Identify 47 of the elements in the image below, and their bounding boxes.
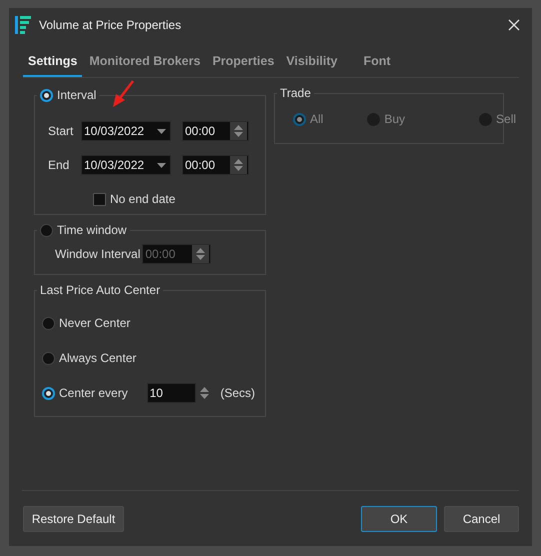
time-field[interactable]: 00:00 xyxy=(182,155,249,175)
tab[interactable]: Monitored Brokers xyxy=(84,52,206,77)
close-button[interactable] xyxy=(506,17,522,33)
field-label: End xyxy=(47,157,70,174)
group-title: Last Price Auto Center xyxy=(40,283,160,297)
time-value: 00:00 xyxy=(185,157,216,174)
radio-label: Buy xyxy=(384,111,406,128)
window-title: Volume at Price Properties xyxy=(39,17,182,34)
spin-buttons[interactable] xyxy=(230,156,247,174)
tab[interactable]: Font xyxy=(358,52,396,77)
date-value: 10/03/2022 xyxy=(84,157,144,174)
date-field[interactable]: 10/03/2022 xyxy=(81,121,171,141)
time-value: 00:00 xyxy=(145,246,176,262)
dropdown-caret-icon[interactable] xyxy=(157,129,166,134)
radio-button[interactable] xyxy=(40,88,53,102)
annotation-arrow xyxy=(113,80,135,108)
dropdown-caret-icon[interactable] xyxy=(157,163,166,168)
radio-label: Never Center xyxy=(59,315,130,332)
seconds-value: 10 xyxy=(150,385,163,402)
radio-label: Time window xyxy=(57,223,127,237)
radio-label: Center every xyxy=(59,385,129,402)
radio-button[interactable] xyxy=(42,386,55,400)
tab[interactable]: Visibility xyxy=(281,52,342,77)
radio-label: Always Center xyxy=(59,350,136,367)
checkbox-label: No end date xyxy=(110,191,176,208)
field-label: Window Interval xyxy=(55,246,140,262)
group-title: Trade xyxy=(280,86,311,100)
field-label: Start xyxy=(47,123,74,140)
tab[interactable]: Settings xyxy=(23,52,82,77)
radio-button[interactable] xyxy=(42,352,55,364)
app-logo-icon xyxy=(15,16,31,34)
spin-buttons[interactable] xyxy=(230,122,247,140)
time-field[interactable]: 00:00 xyxy=(182,121,249,141)
dialog-button[interactable]: Restore Default xyxy=(23,506,124,532)
radio-label: Sell xyxy=(496,111,516,128)
checkbox[interactable] xyxy=(93,192,106,206)
radio-label: Interval xyxy=(57,88,96,102)
dialog-button[interactable]: Cancel xyxy=(444,506,519,532)
radio-label: All xyxy=(310,111,324,128)
dialog-button[interactable]: OK xyxy=(361,506,437,532)
unit-label: (Secs) xyxy=(220,385,255,402)
spin-buttons[interactable] xyxy=(192,244,210,262)
radio-button[interactable] xyxy=(42,316,55,330)
time-value: 00:00 xyxy=(185,123,216,140)
tab[interactable]: Properties xyxy=(207,52,280,77)
date-field[interactable]: 10/03/2022 xyxy=(81,155,171,175)
date-value: 10/03/2022 xyxy=(84,123,144,140)
